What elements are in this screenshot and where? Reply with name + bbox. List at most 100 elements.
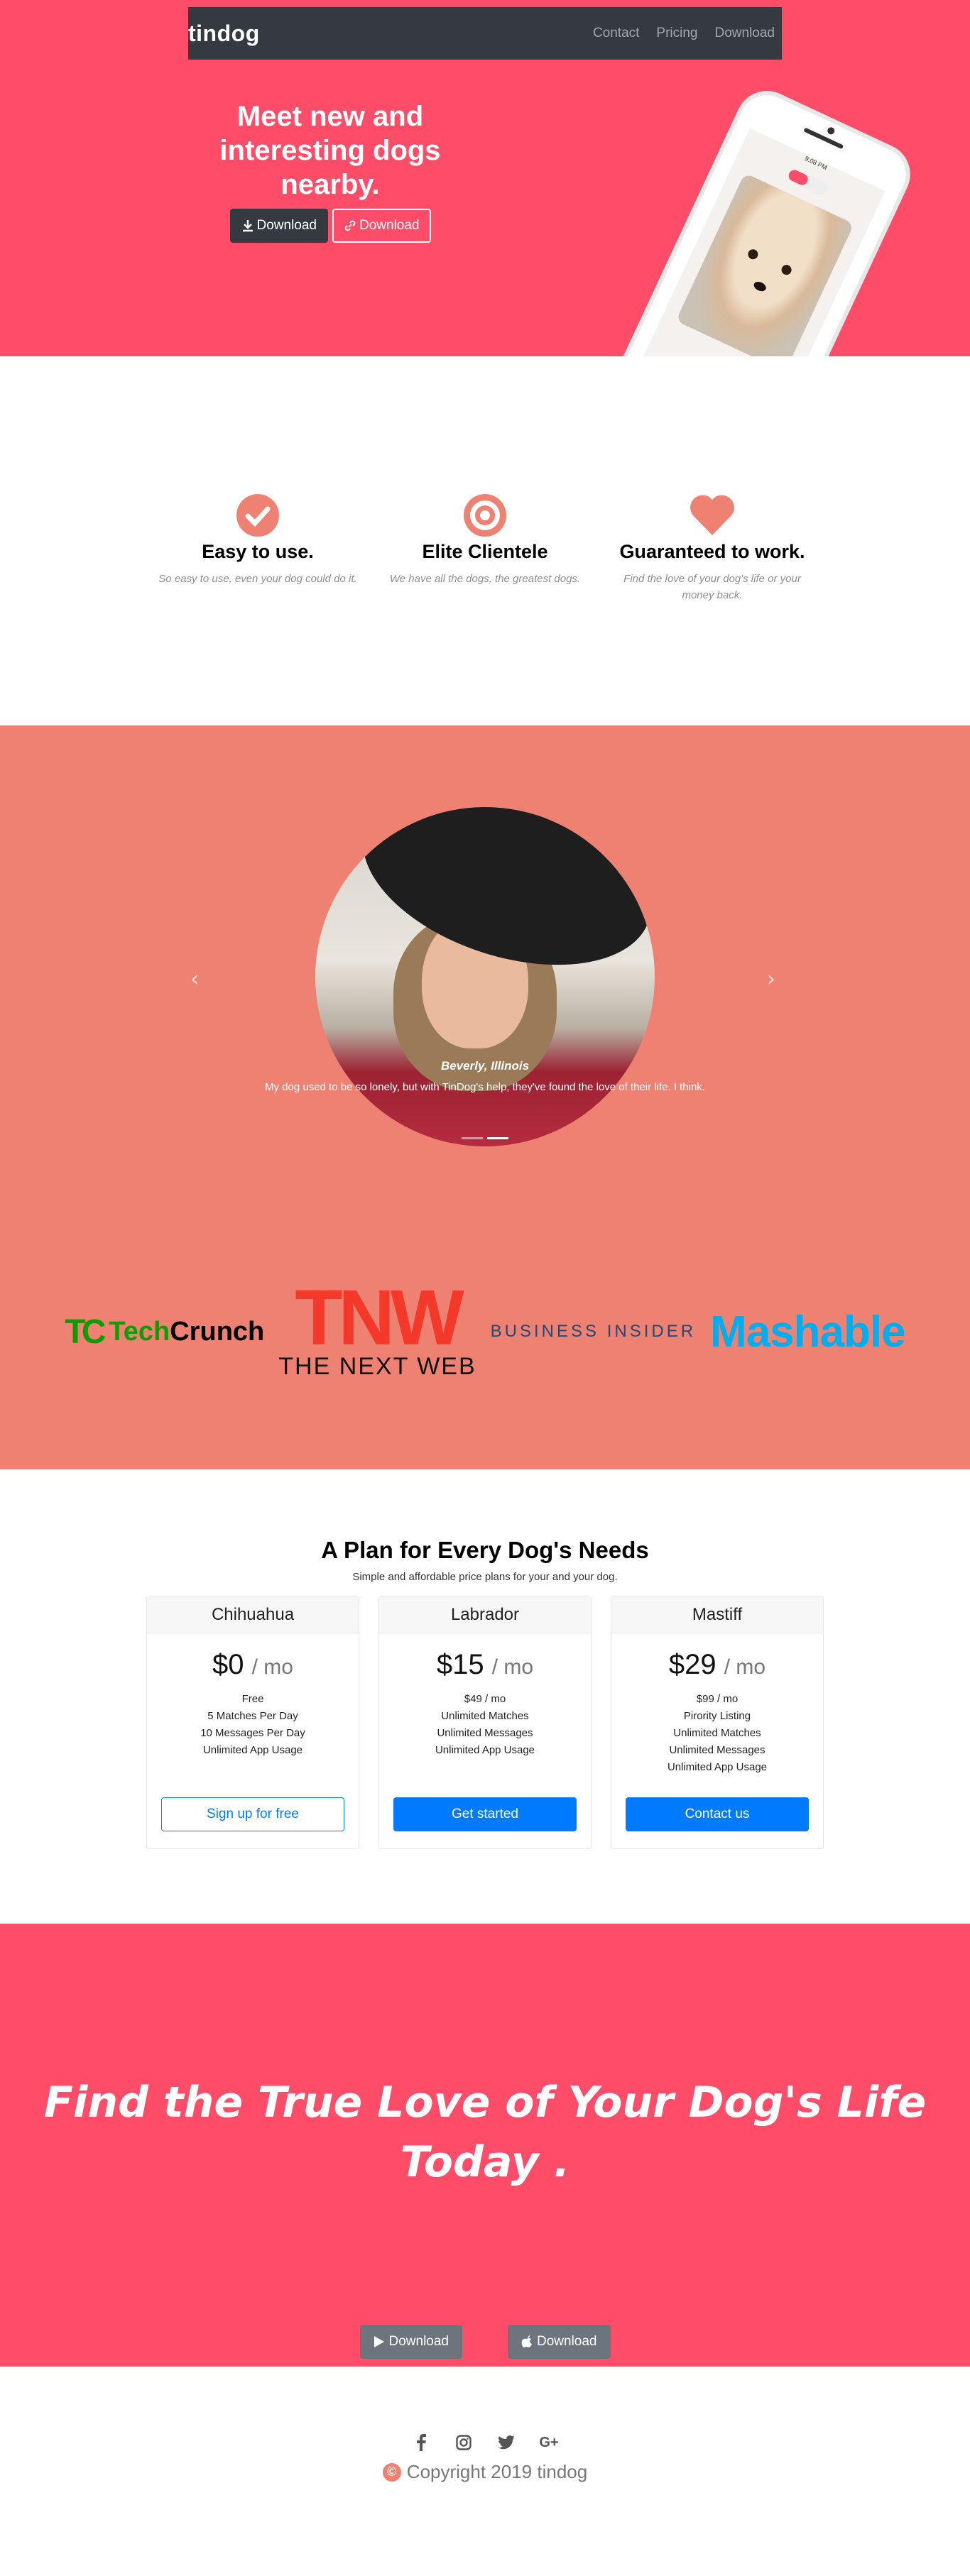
mashable-logo: Mashable <box>710 1307 906 1356</box>
plan-feature: $99 / mo <box>696 1693 739 1705</box>
tnw-mark: TNW <box>295 1274 464 1361</box>
plan-name: Labrador <box>379 1596 591 1633</box>
plan-card-chihuahua: Chihuahua $0 / mo Free 5 Matches Per Day… <box>146 1596 359 1849</box>
cta-download-apple-button[interactable]: Download <box>508 2325 611 2359</box>
contact-us-button[interactable]: Contact us <box>626 1797 809 1831</box>
phone-screen: 9:08 PM <box>630 128 885 356</box>
social-links: G+ <box>0 2434 970 2451</box>
plan-features: Free 5 Matches Per Day 10 Messages Per D… <box>147 1691 359 1759</box>
plan-card-labrador: Labrador $15 / mo $49 / mo Unlimited Mat… <box>378 1596 592 1849</box>
feature-title: Easy to use. <box>202 541 314 562</box>
dog-eye-right <box>780 263 793 277</box>
facebook-icon[interactable] <box>413 2434 430 2451</box>
feature-clientele: Elite Clientele We have all the dogs, th… <box>382 493 588 725</box>
techcrunch-wordmark: TechCrunch <box>109 1317 264 1347</box>
instagram-icon[interactable] <box>455 2434 472 2451</box>
copyright-icon: © <box>382 2462 401 2482</box>
phone-camera <box>826 126 836 136</box>
feature-guarantee: Guaranteed to work. Find the love of you… <box>609 493 815 725</box>
testimonial-quote: My dog used to be so lonely, but with Ti… <box>265 1081 705 1093</box>
check-circle-icon <box>155 493 361 538</box>
plan-feature: Unlimited App Usage <box>202 1744 303 1756</box>
carousel-indicator-active[interactable] <box>487 1137 508 1139</box>
plan-feature: $49 / mo <box>464 1693 506 1705</box>
cta-section: Find the True Love of Your Dog's Life To… <box>0 1924 970 2367</box>
plan-name: Mastiff <box>611 1596 823 1633</box>
get-started-button[interactable]: Get started <box>393 1797 577 1831</box>
google-plus-icon[interactable]: G+ <box>539 2434 558 2451</box>
plan-price: $29 / mo <box>611 1649 823 1681</box>
bullseye-icon <box>382 493 588 538</box>
nav-links: Contact Pricing Download <box>593 26 775 41</box>
download-apple-button[interactable]: Download <box>229 209 328 243</box>
plan-feature: Free <box>241 1693 264 1705</box>
carousel-prev-icon[interactable]: ‹ <box>190 967 199 992</box>
business-insider-logo: BUSINESS INSIDER <box>490 1322 697 1341</box>
techcrunch-mark: TC <box>65 1312 106 1351</box>
copyright-text: Copyright 2019 tindog <box>406 2461 588 2482</box>
navbar: tindog Contact Pricing Download <box>188 7 782 60</box>
cta-download-google-label: Download <box>388 2334 449 2349</box>
feature-easy: Easy to use. So easy to use, even your d… <box>155 493 361 725</box>
techcrunch-word-a: Tech <box>109 1316 170 1347</box>
press-section: TC TechCrunch TNW THE NEXT WEB BUSINESS … <box>0 1222 970 1469</box>
nav-link-pricing[interactable]: Pricing <box>656 26 697 41</box>
phone-mockup: 9:08 PM <box>597 86 915 356</box>
hero-buttons: Download Download <box>213 209 447 243</box>
carousel-indicator[interactable] <box>462 1137 483 1139</box>
plan-price-unit: / mo <box>724 1655 766 1679</box>
pricing-subtitle: Simple and affordable price plans for yo… <box>352 1571 618 1583</box>
nav-link-contact[interactable]: Contact <box>593 26 639 41</box>
pricing-plans: Chihuahua $0 / mo Free 5 Matches Per Day… <box>0 1596 970 1849</box>
plan-feature: Unlimited Messages <box>437 1727 533 1739</box>
pricing-title: A Plan for Every Dog's Needs <box>321 1537 649 1563</box>
techcrunch-logo: TC TechCrunch <box>65 1312 264 1352</box>
brand-logo[interactable]: tindog <box>188 21 260 47</box>
dog-nose <box>752 280 768 293</box>
cta-download-apple-label: Download <box>537 2334 597 2349</box>
carousel-indicators <box>462 1137 508 1139</box>
testimonial-name: Beverly, Illinois <box>440 1059 530 1073</box>
plan-feature: Unlimited App Usage <box>667 1761 768 1773</box>
plan-price-unit: / mo <box>491 1655 534 1679</box>
plan-feature: 10 Messages Per Day <box>200 1727 305 1739</box>
cta-download-google-button[interactable]: Download <box>359 2325 462 2359</box>
plan-price: $0 / mo <box>147 1649 359 1681</box>
apple-icon <box>521 2335 532 2347</box>
link-icon <box>344 220 356 231</box>
nav-link-download[interactable]: Download <box>715 26 775 41</box>
plan-feature: Pirority Listing <box>683 1710 751 1722</box>
download-icon <box>242 220 253 232</box>
download-google-button[interactable]: Download <box>332 209 431 243</box>
plan-price-value: $29 <box>668 1649 716 1680</box>
feature-text: Find the love of your dog's life or your… <box>623 573 801 601</box>
techcrunch-word-b: Crunch <box>170 1316 265 1347</box>
hero-copy: Meet new and interesting dogs nearby. Do… <box>213 99 447 243</box>
testimonial-section: ‹ › Beverly, Illinois My dog used to be … <box>0 725 970 1222</box>
plan-card-mastiff: Mastiff $29 / mo $99 / mo Pirority Listi… <box>611 1596 824 1849</box>
plan-features: $49 / mo Unlimited Matches Unlimited Mes… <box>379 1691 591 1759</box>
features-section: Easy to use. So easy to use, even your d… <box>0 356 970 725</box>
plan-feature: Unlimited App Usage <box>435 1744 535 1756</box>
hero-title: Meet new and interesting dogs nearby. <box>219 101 441 200</box>
twitter-icon[interactable] <box>498 2434 515 2451</box>
tnw-wordmark: THE NEXT WEB <box>278 1353 476 1380</box>
plan-price-value: $0 <box>212 1649 244 1680</box>
plan-price-unit: / mo <box>251 1655 293 1679</box>
testimonial-caption: Beverly, Illinois My dog used to be so l… <box>256 1059 714 1096</box>
download-apple-label: Download <box>256 218 317 233</box>
sign-up-button[interactable]: Sign up for free <box>161 1797 344 1831</box>
plan-features: $99 / mo Pirority Listing Unlimited Matc… <box>611 1691 823 1776</box>
copyright: © Copyright 2019 tindog <box>0 2461 970 2483</box>
plan-price: $15 / mo <box>379 1649 591 1681</box>
heart-icon <box>609 493 815 538</box>
play-store-icon <box>374 2336 384 2347</box>
dog-photo <box>675 172 854 356</box>
plan-feature: Unlimited Messages <box>669 1744 765 1756</box>
footer: G+ © Copyright 2019 tindog <box>0 2367 970 2576</box>
dog-eye-left <box>746 247 760 261</box>
hero-section: tindog Contact Pricing Download Meet new… <box>0 0 970 356</box>
plan-feature: Unlimited Matches <box>441 1710 529 1722</box>
cta-buttons: Download Download <box>0 2325 970 2359</box>
carousel-next-icon[interactable]: › <box>767 967 775 992</box>
